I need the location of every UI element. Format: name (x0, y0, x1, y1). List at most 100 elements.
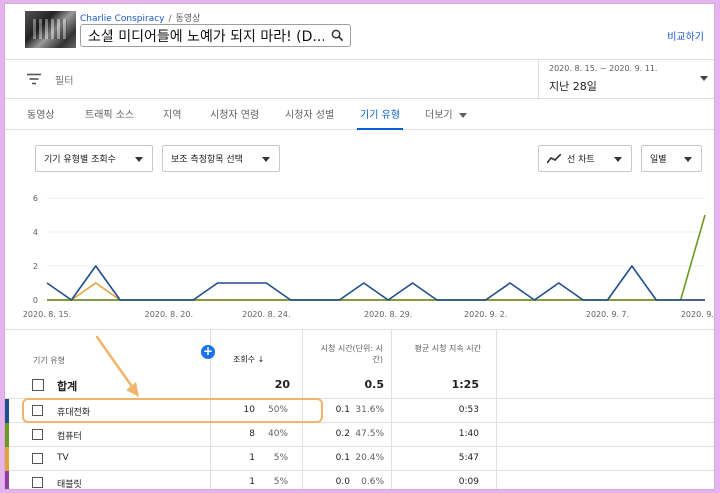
chevron-down-icon (262, 157, 270, 162)
x-tick-label: 2020. 9. 11. (681, 310, 715, 319)
tab-traffic-source[interactable]: 트래픽 소스 (85, 106, 134, 121)
x-tick-label: 2020. 8. 24. (242, 310, 290, 319)
secondary-metric-dropdown[interactable]: 보조 측정항목 선택 (162, 145, 280, 172)
y-tick-label: 2 (33, 262, 38, 271)
header-watch-time[interactable]: 시청 시간(단위: 시간) (319, 343, 383, 365)
row-watch-pct: 47.5% (355, 429, 384, 439)
series-line-computer (47, 214, 706, 301)
metric-dropdown[interactable]: 기기 유형별 조회수 (35, 145, 153, 172)
chevron-down-icon (684, 157, 692, 162)
video-title: 소셜 미디어들에 노예가 되지 마라! (D... (88, 28, 324, 45)
row-checkbox[interactable] (32, 453, 43, 464)
active-tab-indicator (357, 128, 403, 130)
row-label: 태블릿 (57, 480, 82, 490)
row-watch-pct: 20.4% (355, 453, 384, 463)
video-thumbnail[interactable] (25, 11, 76, 48)
y-tick-label: 6 (33, 194, 38, 203)
series-color-computer (5, 423, 9, 447)
chevron-down-icon (458, 112, 467, 118)
search-icon[interactable] (331, 29, 344, 42)
x-tick-label: 2020. 8. 20. (145, 310, 193, 319)
filter-label[interactable]: 필터 (55, 72, 73, 87)
chart-type-dropdown[interactable]: 선 차트 (538, 145, 632, 172)
row-checkbox[interactable] (32, 477, 43, 488)
date-range-selector[interactable]: 2020. 8. 15. ~ 2020. 9. 11. 지난 28일 (538, 60, 714, 100)
row-views: 1 (249, 453, 255, 463)
tab-more[interactable]: 더보기 (425, 106, 467, 121)
table-row[interactable]: TV 1 5% 0.1 20.4% 5:47 (5, 447, 714, 471)
row-avg-duration: 5:47 (458, 453, 479, 463)
secondary-metric-dropdown-label: 보조 측정항목 선택 (171, 155, 243, 165)
video-selector[interactable]: 소셜 미디어들에 노예가 되지 마라! (D... (80, 24, 351, 47)
table-row[interactable]: 휴대전화 10 50% 0.1 31.6% 0:53 (5, 399, 714, 423)
tab-more-label: 더보기 (425, 110, 453, 121)
row-label: TV (57, 453, 69, 463)
row-views: 1 (249, 477, 255, 487)
total-label: 합계 (57, 380, 78, 393)
row-label: 컴퓨터 (57, 432, 82, 442)
row-views-pct: 5% (273, 477, 288, 487)
y-tick-label: 4 (33, 228, 38, 237)
row-label: 휴대전화 (57, 408, 91, 418)
row-views: 10 (243, 405, 255, 415)
x-tick-label: 2020. 8. 29. (364, 310, 412, 319)
row-views: 8 (249, 429, 255, 439)
date-range-text: 2020. 8. 15. ~ 2020. 9. 11. (549, 64, 658, 73)
header-device-type: 기기 유형 (33, 356, 65, 365)
metric-dropdown-label: 기기 유형별 조회수 (44, 155, 116, 165)
row-avg-duration: 1:40 (458, 429, 479, 439)
series-line-mobile (46, 265, 705, 301)
x-tick-label: 2020. 9. 2. (464, 310, 507, 319)
row-watch-time: 0.0 (335, 477, 350, 487)
tab-video[interactable]: 동영상 (27, 106, 55, 121)
row-avg-duration: 0:09 (458, 477, 479, 487)
filter-icon[interactable] (27, 73, 41, 85)
tab-viewer-age[interactable]: 시청자 연령 (210, 106, 259, 121)
header-views[interactable]: 조회수 ↓ (233, 354, 264, 365)
breadcrumb: Charlie Conspiracy / 동영상 (80, 11, 200, 24)
row-watch-time: 0.1 (335, 405, 350, 415)
device-type-table: 기기 유형 + 조회수 ↓ 시청 시간(단위: 시간) 평균 시청 지속 시간 … (5, 329, 714, 490)
compare-button[interactable]: 비교하기 (667, 28, 704, 43)
chevron-down-icon (614, 157, 622, 162)
device-type-line-chart: 0 2 4 6 2020. 8. 15. 2020. 8. 20. 2020. 8. 24.… (23, 194, 715, 319)
y-tick-label: 0 (33, 296, 38, 305)
tab-device-type[interactable]: 기기 유형 (360, 106, 400, 121)
series-color-mobile (5, 399, 9, 423)
date-range-label: 지난 28일 (549, 80, 597, 93)
row-watch-pct: 31.6% (355, 405, 384, 415)
header-views-label: 조회수 (233, 355, 256, 364)
interval-dropdown-label: 일별 (650, 155, 667, 165)
breadcrumb-separator: / (168, 14, 172, 24)
tab-geography[interactable]: 지역 (163, 106, 181, 121)
sort-desc-icon: ↓ (257, 355, 265, 364)
breadcrumb-channel-link[interactable]: Charlie Conspiracy (80, 14, 165, 24)
total-views: 20 (274, 378, 290, 391)
row-avg-duration: 0:53 (458, 405, 479, 415)
chevron-down-icon (700, 76, 708, 81)
line-chart-icon (547, 153, 561, 163)
row-watch-pct: 0.6% (361, 477, 384, 487)
table-row-total: 합계 20 0.5 1:25 (5, 373, 714, 397)
table-row[interactable]: 컴퓨터 8 40% 0.2 47.5% 1:40 (5, 423, 714, 447)
add-metric-button[interactable]: + (201, 345, 215, 359)
x-tick-label: 2020. 9. 7. (586, 310, 629, 319)
row-views-pct: 5% (273, 453, 288, 463)
tab-viewer-gender[interactable]: 시청자 성별 (285, 106, 334, 121)
chart-type-dropdown-label: 선 차트 (567, 155, 595, 165)
header-avg-duration[interactable]: 평균 시청 지속 시간 (409, 343, 481, 354)
filter-bar: 필터 2020. 8. 15. ~ 2020. 9. 11. 지난 28일 (5, 59, 714, 100)
report-tabs: 동영상 트래픽 소스 지역 시청자 연령 시청자 성별 기기 유형 더보기 (5, 100, 714, 130)
breadcrumb-section[interactable]: 동영상 (176, 14, 201, 24)
select-all-checkbox[interactable] (32, 379, 44, 391)
x-tick-label: 2020. 8. 15. (23, 310, 71, 319)
row-checkbox[interactable] (32, 429, 43, 440)
total-avg-duration: 1:25 (451, 378, 479, 391)
table-row[interactable]: 태블릿 1 5% 0.0 0.6% 0:09 (5, 471, 714, 490)
series-color-tablet (5, 471, 9, 489)
row-watch-time: 0.2 (335, 429, 350, 439)
interval-dropdown[interactable]: 일별 (641, 145, 702, 172)
series-color-tv (5, 447, 9, 471)
chevron-down-icon (135, 157, 143, 162)
row-checkbox[interactable] (32, 405, 43, 416)
